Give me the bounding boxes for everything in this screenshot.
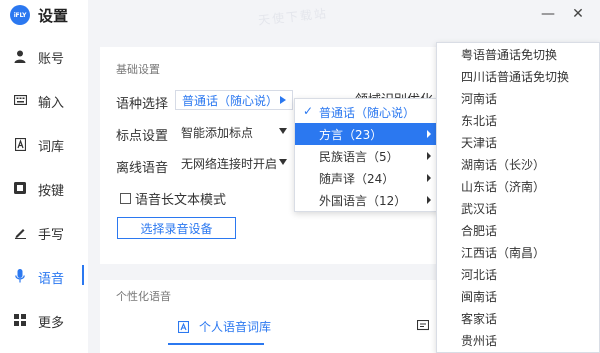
ifly-logo: iFLY xyxy=(10,5,30,25)
dialect-submenu: 粤语普通话免切换 四川话普通话免切换 河南话 东北话 天津话 湖南话（长沙） 山… xyxy=(436,42,600,353)
tab-underline xyxy=(168,343,264,345)
menu-item-dialect[interactable]: 合肥话 xyxy=(461,222,497,239)
language-select-value: 普通话（随心说） xyxy=(182,93,279,108)
submenu-arrow-icon xyxy=(427,196,431,204)
menu-item-dialect[interactable]: 四川话普通话免切换 xyxy=(461,68,569,85)
dictionary-icon xyxy=(178,320,189,333)
menu-item-foreign-languages[interactable]: 外国语言（12） xyxy=(295,189,437,211)
caret-right-icon xyxy=(280,96,286,104)
menu-item-mandarin[interactable]: ✓ 普通话（随心说） xyxy=(295,101,437,123)
menu-item-dialects[interactable]: 方言（23） xyxy=(295,123,437,145)
language-label: 语种选择 xyxy=(116,97,169,112)
submenu-arrow-icon xyxy=(427,152,431,160)
language-menu: ✓ 普通话（随心说） 方言（23） 民族语言（5） 随声译（24） 外国语言（1… xyxy=(294,98,438,212)
app-header: iFLY 设置 xyxy=(10,4,68,26)
sidebar-item-label: 更多 xyxy=(38,316,65,331)
sidebar-item-account[interactable]: 账号 xyxy=(0,45,88,67)
sidebar: iFLY 设置 账号 输入 词库 按键 手写 语音 更多 xyxy=(0,0,88,353)
sidebar-item-more[interactable]: 更多 xyxy=(0,309,88,331)
user-icon xyxy=(13,48,27,64)
sidebar-item-voice[interactable]: 语音 xyxy=(0,265,88,287)
offline-label: 离线语音 xyxy=(116,161,169,176)
tab-personal-dictionary[interactable]: 个人语音词库 xyxy=(178,318,271,335)
offline-select[interactable]: 无网络连接时开启 xyxy=(175,153,293,173)
menu-item-dialect[interactable]: 武汉话 xyxy=(461,200,497,217)
punct-label: 标点设置 xyxy=(116,129,169,144)
menu-item-translate[interactable]: 随声译（24） xyxy=(295,167,437,189)
menu-item-dialect[interactable]: 天津话 xyxy=(461,134,497,151)
long-text-checkbox[interactable] xyxy=(120,193,131,204)
long-text-option[interactable]: 语音长文本模式 xyxy=(120,189,226,208)
message-icon[interactable] xyxy=(416,319,430,335)
pen-icon xyxy=(13,224,27,240)
keyboard-icon xyxy=(13,92,27,108)
menu-item-dialect[interactable]: 东北话 xyxy=(461,112,497,129)
chevron-down-icon xyxy=(279,128,287,134)
sidebar-item-label: 词库 xyxy=(38,140,65,155)
menu-item-dialect[interactable]: 山东话（济南） xyxy=(461,178,545,195)
key-icon xyxy=(13,180,27,196)
menu-item-dialect[interactable]: 闽南话 xyxy=(461,288,497,305)
sidebar-item-label: 语音 xyxy=(38,272,65,287)
menu-item-ethnic-languages[interactable]: 民族语言（5） xyxy=(295,145,437,167)
menu-item-dialect[interactable]: 江西话（南昌） xyxy=(461,244,545,261)
close-button[interactable]: ✕ xyxy=(570,6,586,22)
sidebar-item-keys[interactable]: 按键 xyxy=(0,177,88,199)
long-text-label: 语音长文本模式 xyxy=(135,193,227,208)
sidebar-item-label: 按键 xyxy=(38,184,65,199)
menu-item-dialect[interactable]: 湖南话（长沙） xyxy=(461,156,545,173)
watermark: 天使下载站 xyxy=(257,6,329,28)
section-title-personal: 个性化语音 xyxy=(116,290,171,303)
sidebar-item-dictionary[interactable]: 词库 xyxy=(0,133,88,155)
submenu-arrow-icon xyxy=(427,130,431,138)
sidebar-item-label: 账号 xyxy=(38,52,65,67)
submenu-arrow-icon xyxy=(427,174,431,182)
offline-select-value: 无网络连接时开启 xyxy=(181,156,278,171)
menu-item-dialect[interactable]: 客家话 xyxy=(461,310,497,327)
app-title: 设置 xyxy=(38,6,69,25)
punct-select-value: 智能添加标点 xyxy=(181,125,254,140)
language-select[interactable]: 普通话（随心说） xyxy=(175,90,293,110)
menu-item-dialect[interactable]: 贵州话 xyxy=(461,332,497,349)
microphone-icon xyxy=(13,268,27,284)
chevron-down-icon xyxy=(279,159,287,165)
check-icon: ✓ xyxy=(303,104,314,118)
minimize-button[interactable]: — xyxy=(540,6,556,22)
menu-item-dialect[interactable]: 河南话 xyxy=(461,90,497,107)
tab-label: 个人语音词库 xyxy=(199,320,272,334)
sidebar-item-input[interactable]: 输入 xyxy=(0,89,88,111)
select-recording-device-button[interactable]: 选择录音设备 xyxy=(117,217,236,239)
sidebar-item-label: 手写 xyxy=(38,228,65,243)
dictionary-icon xyxy=(13,136,27,152)
menu-item-dialect[interactable]: 粤语普通话免切换 xyxy=(461,46,557,63)
menu-item-dialect[interactable]: 河北话 xyxy=(461,266,497,283)
punct-select[interactable]: 智能添加标点 xyxy=(175,122,293,142)
grid-icon xyxy=(13,312,27,328)
section-title-basic: 基础设置 xyxy=(116,63,160,76)
sidebar-item-handwriting[interactable]: 手写 xyxy=(0,221,88,243)
sidebar-item-label: 输入 xyxy=(38,96,65,111)
active-indicator xyxy=(82,265,84,285)
